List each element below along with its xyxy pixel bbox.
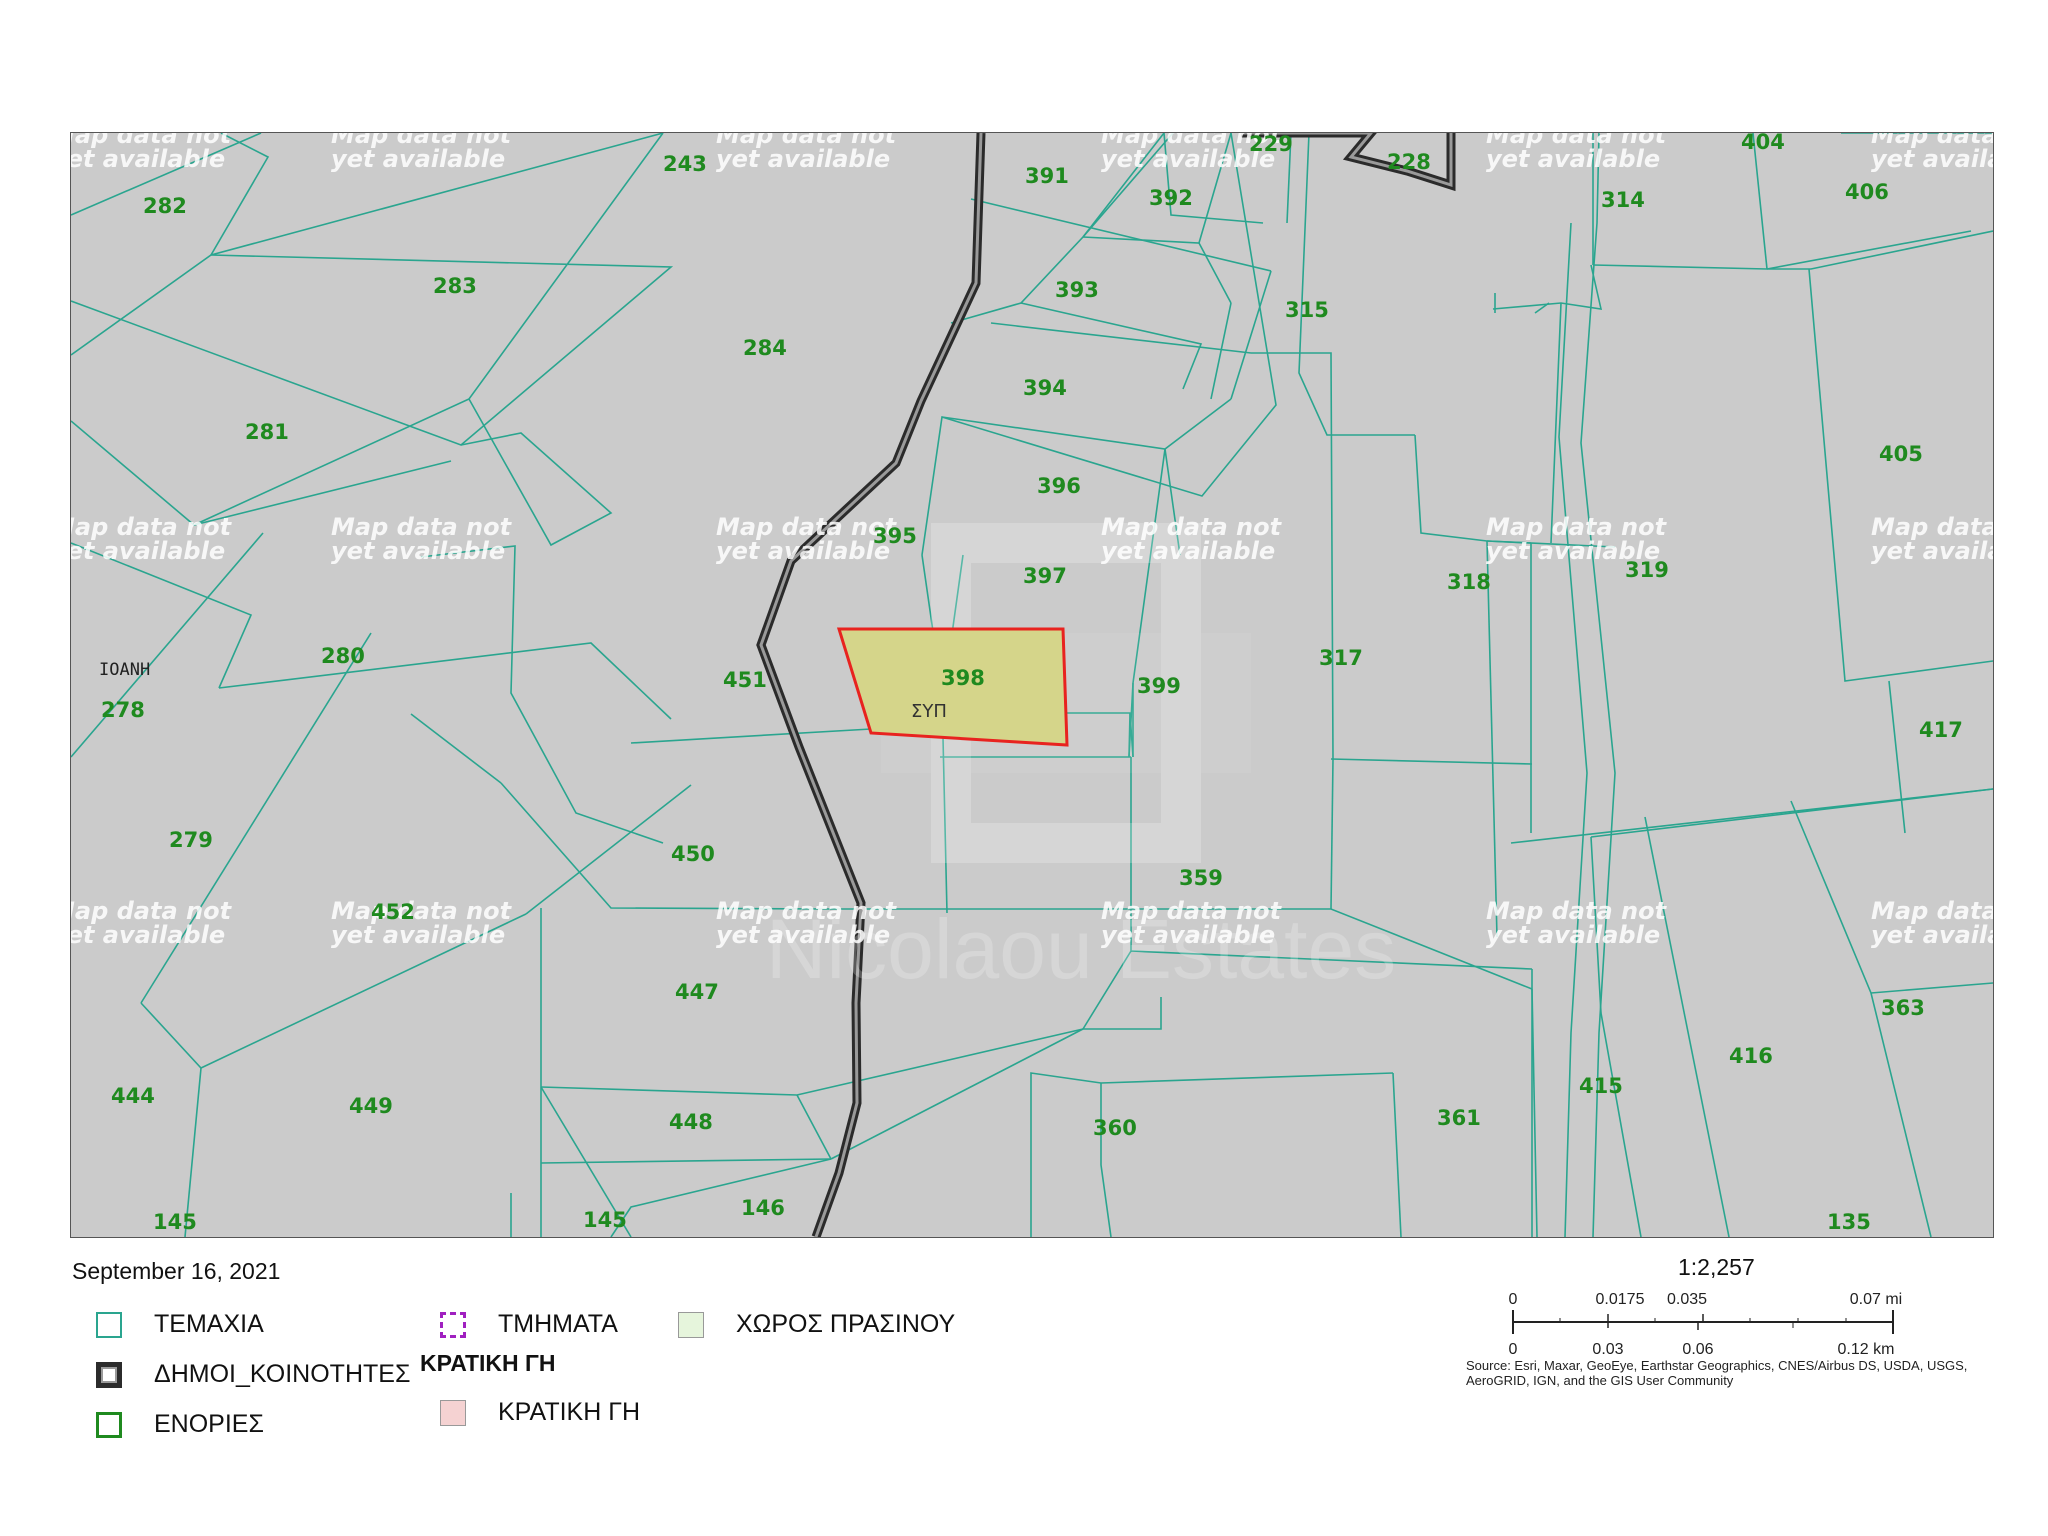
parcel-label-393: 393 [1055,278,1099,302]
placeholder-text-31: yet available [1101,921,1275,949]
legend-label: ΧΩΡΟΣ ΠΡΑΣΙΝΟΥ [736,1310,956,1338]
legend-item-sections: ΤΜΗΜΑΤΑ [440,1310,618,1339]
selected-parcel-code: ΣΥΠ [911,701,947,722]
parcel-label-278: 278 [101,698,145,722]
placeholder-text-5: yet available [716,145,890,173]
parcel-label-448: 448 [669,1110,713,1134]
scale-mi-tick-0: 0 [1509,1291,1518,1308]
parcel-label-135: 135 [1827,1210,1871,1234]
parcel-label-451: 451 [723,668,767,692]
parcel-label-398: 398 [941,666,985,690]
scale-km-tick-3: 0.12 km [1838,1341,1895,1358]
placeholder-text-25: yet available [71,921,225,949]
scale-bar: 0 0.0175 0.035 0.07 mi 0 0.03 0.06 0.12 … [1509,1291,1903,1358]
parcel-label-315: 315 [1285,298,1329,322]
legend-label: ΤΕΜΑΧΙΑ [154,1310,264,1338]
parcel-label-404: 404 [1741,133,1785,154]
map-date: September 16, 2021 [72,1258,281,1284]
parcel-label-397: 397 [1023,564,1067,588]
parcel-label-314: 314 [1601,188,1645,212]
parcel-label-450: 450 [671,842,715,866]
parcel-label-229: 229 [1249,133,1293,156]
scale-mi-tick-1: 0.0175 [1596,1291,1645,1308]
scale-km-tick-2: 0.06 [1682,1341,1713,1358]
parcel-label-449: 449 [349,1094,393,1118]
parcel-label-359: 359 [1179,866,1223,890]
parcel-label-361: 361 [1437,1106,1481,1130]
parcel-label-444: 444 [111,1084,155,1108]
parcel-label-282: 282 [143,194,187,218]
parishes-swatch-icon [96,1411,122,1438]
parcel-label-447: 447 [675,980,719,1004]
parcel-label-317: 317 [1319,646,1363,670]
placeholder-text-11: yet available [1871,145,1993,173]
placeholder-text-19: yet available [1101,537,1275,565]
parcels-swatch-icon [96,1311,122,1338]
placeholder-text-13: yet available [71,537,225,565]
parcel-label-396: 396 [1037,474,1081,498]
scale-mi-tick-3: 0.07 mi [1850,1291,1902,1308]
green-space-swatch-icon [678,1311,704,1338]
legend-label: ΔΗΜΟΙ_ΚΟΙΝΟΤΗΤΕΣ [154,1360,411,1388]
parcel-label-284: 284 [743,336,787,360]
legend-group-heading: ΚΡΑΤΙΚΗ ΓΗ [420,1350,556,1376]
parcel-label-406: 406 [1845,180,1889,204]
parcel-label-145a: 145 [153,1210,197,1234]
placeholder-text-33: yet available [1486,921,1660,949]
parcel-label-452: 452 [371,900,415,924]
parcel-label-405: 405 [1879,442,1923,466]
placeholder-text-17: yet available [716,537,890,565]
parcel-label-399: 399 [1137,674,1181,698]
communities-swatch-icon [96,1361,122,1388]
legend-item-state-land: ΚΡΑΤΙΚΗ ΓΗ [440,1398,640,1427]
legend-label: ΤΜΗΜΑΤΑ [498,1310,618,1338]
state-land-swatch-icon [440,1399,466,1426]
map-view[interactable]: Nicolaou Estates ΣΥΠ ΙΟΑΝΗ Map data noty… [70,132,1994,1238]
parcel-label-281: 281 [245,420,289,444]
parcel-label-395: 395 [873,524,917,548]
placeholder-text-9: yet available [1486,145,1660,173]
legend-item-parishes: ΕΝΟΡΙΕΣ [96,1410,264,1439]
parcel-label-319: 319 [1625,558,1669,582]
placeholder-text-1: yet available [71,145,225,173]
parcel-label-228: 228 [1387,150,1431,174]
placeholder-text-23: yet available [1871,537,1993,565]
parcel-label-283: 283 [433,274,477,298]
legend-label: ΕΝΟΡΙΕΣ [154,1410,264,1438]
parcel-label-146: 146 [741,1196,785,1220]
placeholder-text-29: yet available [716,921,890,949]
parcel-label-145b: 145 [583,1208,627,1232]
scale-mi-tick-2: 0.035 [1667,1291,1707,1308]
cadastral-map[interactable]: Nicolaou Estates ΣΥΠ ΙΟΑΝΗ Map data noty… [71,133,1993,1237]
parcel-label-279: 279 [169,828,213,852]
parcel-label-363: 363 [1881,996,1925,1020]
parcel-label-394: 394 [1023,376,1067,400]
parcel-label-415: 415 [1579,1074,1623,1098]
legend-label: ΚΡΑΤΙΚΗ ΓΗ [498,1398,641,1426]
parcel-label-392: 392 [1149,186,1193,210]
placeholder-text-15: yet available [331,537,505,565]
scale-km-tick-0: 0 [1509,1341,1518,1358]
parcel-label-360: 360 [1093,1116,1137,1140]
parcel-label-318: 318 [1447,570,1491,594]
place-label: ΙΟΑΝΗ [99,660,150,680]
parcel-label-243: 243 [663,152,707,176]
parcel-label-280: 280 [321,644,365,668]
scale-km-tick-1: 0.03 [1592,1341,1623,1358]
placeholder-text-27: yet available [331,921,505,949]
parcel-label-416: 416 [1729,1044,1773,1068]
sections-swatch-icon [440,1311,466,1338]
placeholder-text-35: yet available [1871,921,1993,949]
legend-item-green-space: ΧΩΡΟΣ ΠΡΑΣΙΝΟΥ [678,1310,955,1339]
legend-item-parcels: ΤΕΜΑΧΙΑ [96,1310,264,1339]
parcel-label-417: 417 [1919,718,1963,742]
parcel-label-391: 391 [1025,164,1069,188]
map-attribution: Source: Esri, Maxar, GeoEye, Earthstar G… [1466,1358,1968,1388]
placeholder-text-3: yet available [331,145,505,173]
legend-item-communities: ΔΗΜΟΙ_ΚΟΙΝΟΤΗΤΕΣ [96,1360,410,1389]
